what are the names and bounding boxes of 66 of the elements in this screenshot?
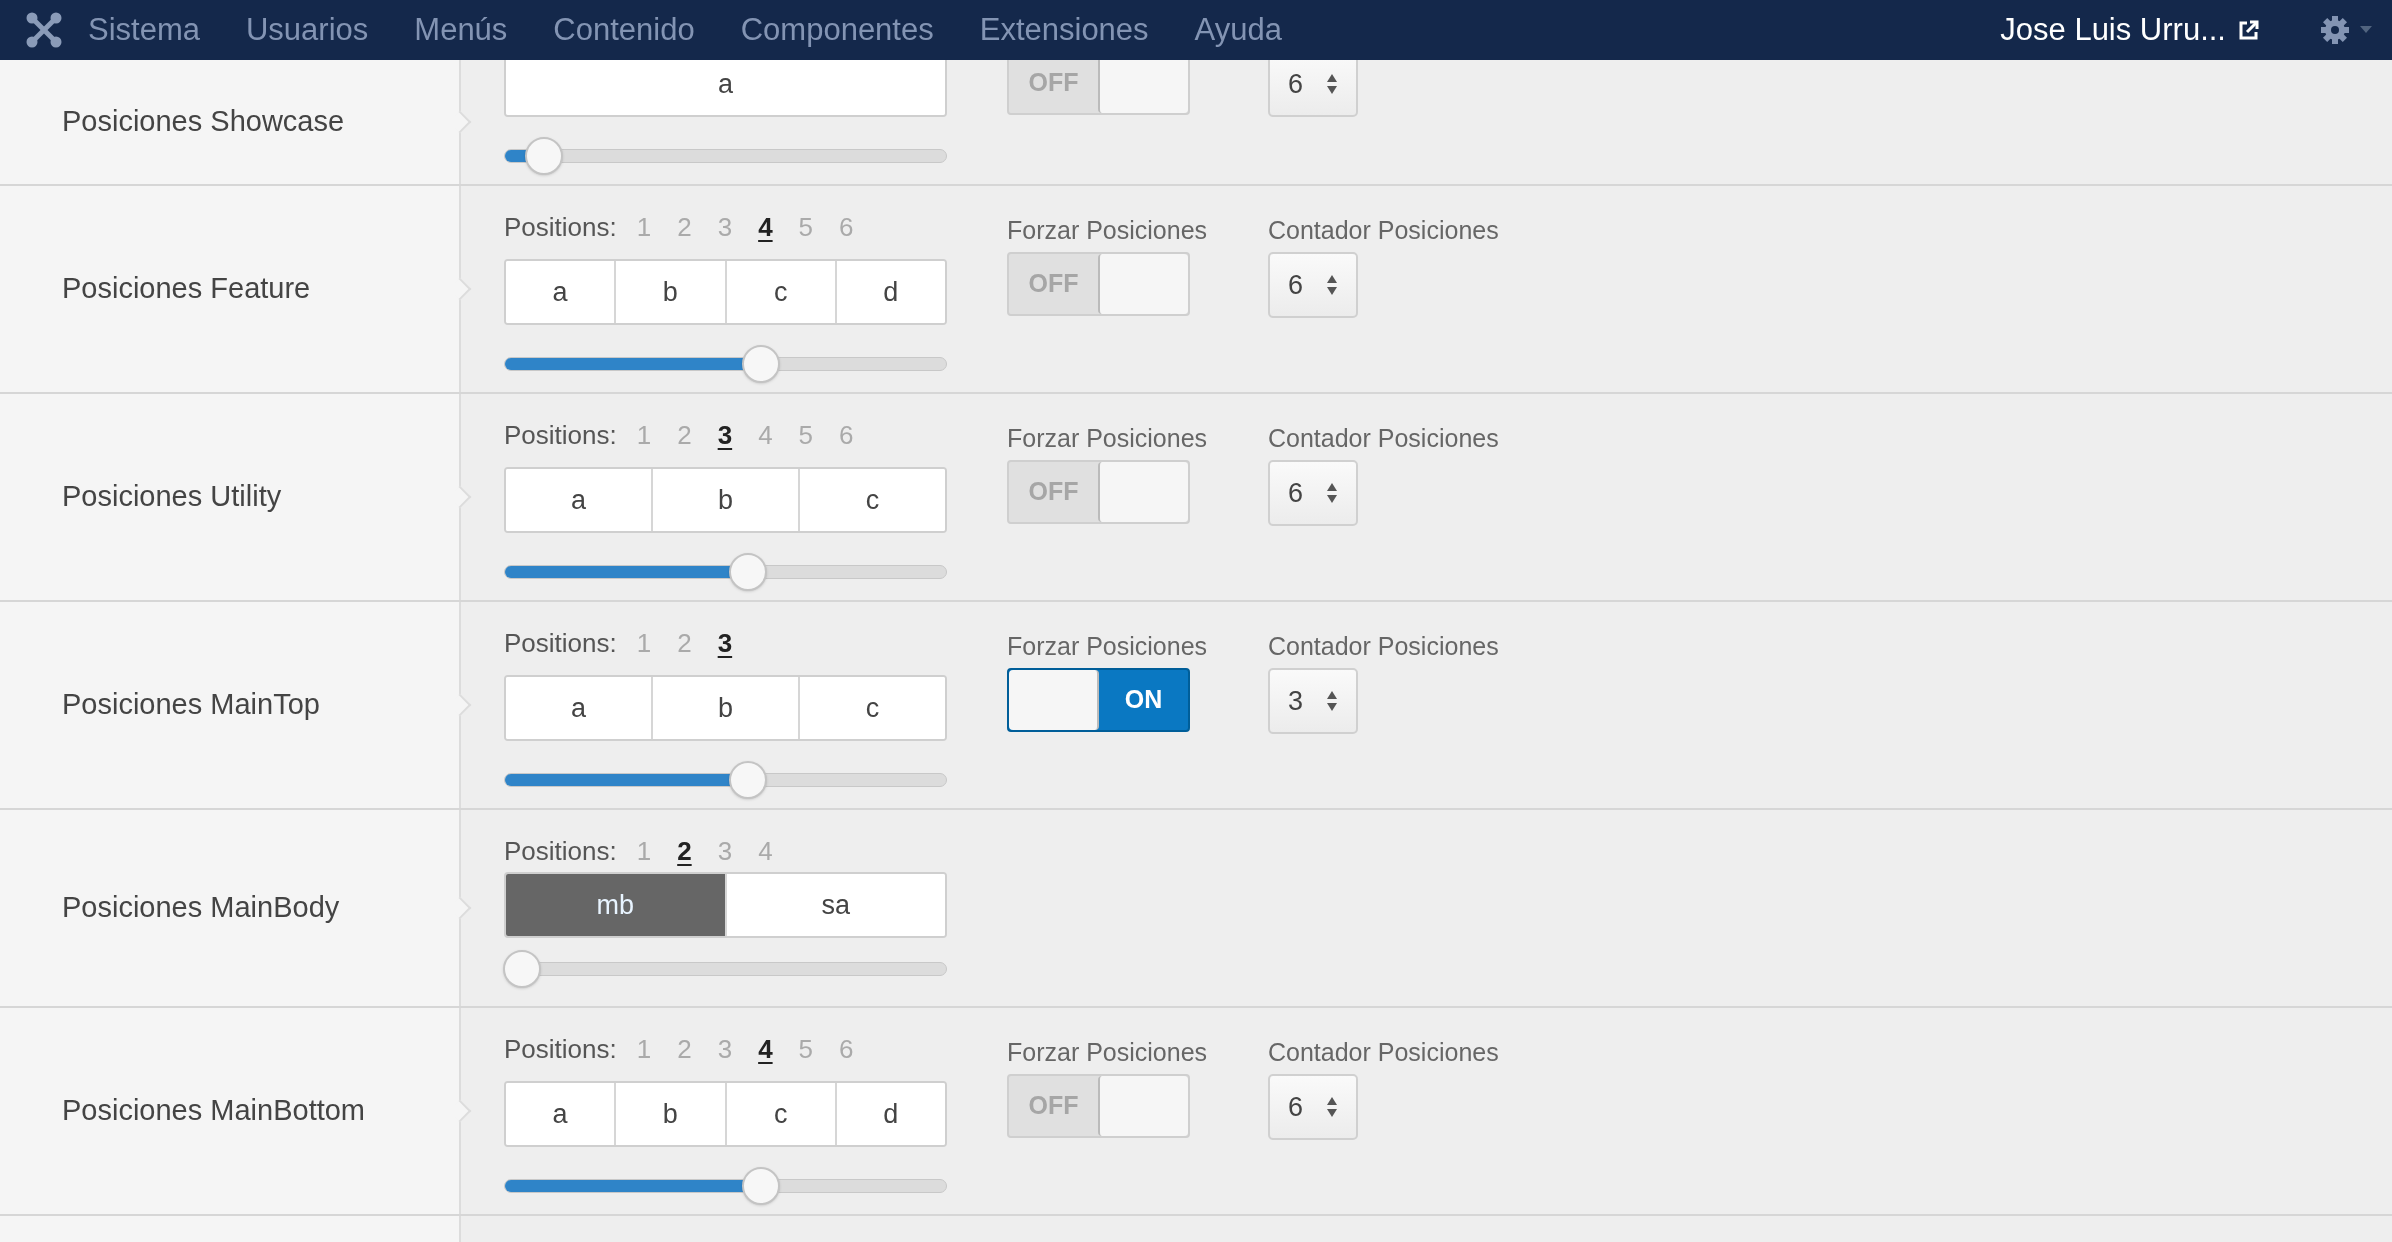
up-down-arrows-icon (1326, 690, 1338, 712)
row-label: Posiciones Feature (62, 271, 311, 307)
external-link-icon (2238, 19, 2260, 41)
up-down-arrows-icon (1326, 274, 1338, 296)
slider-thumb[interactable] (524, 137, 563, 175)
position-option[interactable]: 4 (758, 207, 773, 247)
position-segment[interactable]: d (834, 1083, 945, 1145)
position-option[interactable]: 4 (758, 1029, 773, 1069)
field-label: Forzar Posiciones (1007, 423, 1209, 450)
menu-item[interactable]: Usuarios (246, 6, 369, 54)
counter-select[interactable]: 6 (1268, 252, 1358, 318)
row-label: Posiciones Utility (62, 479, 282, 515)
slider[interactable] (504, 1167, 947, 1205)
row-label: Posiciones MainBody (62, 890, 340, 926)
slider[interactable] (504, 345, 947, 383)
positions-label: Positions: (504, 210, 617, 244)
slider[interactable] (504, 950, 947, 988)
counter-select[interactable]: 3 (1268, 668, 1358, 734)
row-label: Posiciones Showcase (62, 104, 345, 140)
field-label: Contador Posiciones (1268, 1037, 1499, 1064)
up-down-arrows-icon (1326, 482, 1338, 504)
slider[interactable] (504, 553, 947, 591)
positions-label: Positions: (504, 834, 617, 868)
position-option[interactable]: 3 (717, 415, 733, 455)
field-label: Contador Posiciones (1268, 423, 1499, 450)
field-label: Contador Posiciones (1268, 215, 1499, 242)
slider[interactable] (504, 761, 947, 799)
slider-thumb[interactable] (741, 345, 780, 383)
menu-item[interactable]: Sistema (88, 6, 200, 54)
caret-icon (2360, 26, 2372, 34)
position-option[interactable]: 2 (677, 831, 692, 871)
counter-select[interactable]: 6 (1268, 460, 1358, 526)
position-segment[interactable]: c (798, 677, 945, 739)
menu-item[interactable]: Contenido (553, 6, 695, 54)
field-label: Contador Posiciones (1268, 631, 1499, 658)
positions-label: Positions: (504, 1032, 617, 1066)
position-segment[interactable]: c (798, 469, 945, 531)
settings-button[interactable] (2320, 15, 2372, 45)
slider-thumb[interactable] (502, 950, 541, 988)
up-down-arrows-icon (1326, 1096, 1338, 1118)
position-segment[interactable]: mb (506, 874, 725, 936)
positions-label: Positions: (504, 418, 617, 452)
slider-thumb[interactable] (728, 761, 767, 799)
counter-select[interactable]: 6 (1268, 60, 1358, 117)
counter-select[interactable]: 6 (1268, 1074, 1358, 1140)
slider-thumb[interactable] (728, 553, 767, 591)
row-label: Posiciones MainTop (62, 687, 320, 723)
field-label: Forzar Posiciones (1007, 1037, 1209, 1064)
row-label: Posiciones MainBottom (62, 1093, 366, 1129)
slider[interactable] (504, 137, 947, 175)
menu-item[interactable]: Ayuda (1194, 6, 1282, 54)
field-label: Forzar Posiciones (1007, 631, 1209, 658)
field-label: Forzar Posiciones (1007, 215, 1209, 242)
menu-item[interactable]: Extensiones (979, 6, 1149, 54)
menu-item[interactable]: Componentes (740, 6, 934, 54)
position-segment[interactable]: sa (724, 874, 945, 936)
slider-thumb[interactable] (741, 1167, 780, 1205)
position-segment[interactable]: d (834, 261, 945, 323)
settings-icon (2320, 15, 2350, 45)
menu-item[interactable]: Menús (414, 6, 508, 54)
position-option[interactable]: 3 (717, 623, 733, 663)
up-down-arrows-icon (1326, 73, 1338, 95)
positions-label: Positions: (504, 626, 617, 660)
toggle-switch[interactable]: ON (1007, 668, 1190, 732)
logo-icon[interactable] (26, 12, 62, 48)
user-link[interactable]: Jose Luis Urru... (2000, 6, 2260, 54)
